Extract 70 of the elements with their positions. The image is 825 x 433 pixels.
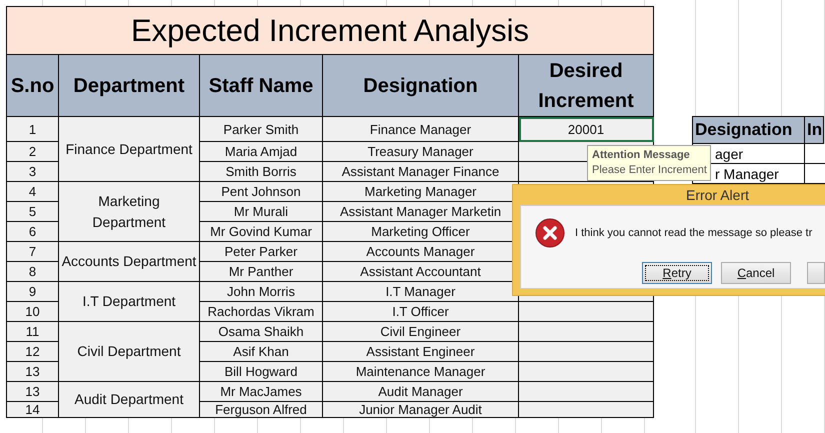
increment-cell[interactable]	[519, 382, 654, 402]
table-cell: Rachordas Vikram	[200, 302, 323, 322]
table-cell: Junior Manager Audit	[323, 402, 519, 418]
table-cell: 13	[7, 362, 59, 382]
department-cell: Marketing Department	[59, 182, 200, 242]
table-cell: 11	[7, 322, 59, 342]
table-cell: Mr Murali	[200, 202, 323, 222]
department-cell: Accounts Department	[59, 242, 200, 282]
table-cell: 14	[7, 402, 59, 418]
table-cell: Bill Hogward	[200, 362, 323, 382]
table-cell: Parker Smith	[200, 117, 323, 142]
increment-cell[interactable]	[519, 322, 654, 342]
increment-cell[interactable]	[519, 402, 654, 418]
department-cell: Audit Department	[59, 382, 200, 418]
error-icon	[535, 218, 565, 248]
table-cell: Civil Engineer	[323, 322, 519, 342]
column-header: Designation	[323, 55, 519, 117]
table-cell: 9	[7, 282, 59, 302]
table-cell: Peter Parker	[200, 242, 323, 262]
table-cell: 2	[7, 142, 59, 162]
column-header: Desired Increment	[519, 55, 654, 117]
table-cell: I.T Officer	[323, 302, 519, 322]
table-cell: 13	[7, 382, 59, 402]
table-cell: Mr Panther	[200, 262, 323, 282]
table-cell: Asif Khan	[200, 342, 323, 362]
table-cell: Maintenance Manager	[323, 362, 519, 382]
table-cell: I.T Manager	[323, 282, 519, 302]
increment-cell[interactable]: 20001	[519, 117, 654, 142]
table-cell: Assistant Engineer	[323, 342, 519, 362]
table-cell: Mr Govind Kumar	[200, 222, 323, 242]
sheet-title: Expected Increment Analysis	[7, 7, 654, 55]
department-cell: I.T Department	[59, 282, 200, 322]
department-cell: Finance Department	[59, 117, 200, 182]
column-header: Designation	[693, 117, 805, 144]
table-cell: Finance Manager	[323, 117, 519, 142]
table-cell: Marketing Manager	[323, 182, 519, 202]
tooltip-title: Attention Message	[592, 148, 691, 163]
table-cell: Smith Borris	[200, 162, 323, 182]
column-header: Staff Name	[200, 55, 323, 117]
table-cell: Ferguson Alfred	[200, 402, 323, 418]
table-cell: Assistant Manager Finance	[323, 162, 519, 182]
table-cell: 1	[7, 117, 59, 142]
increment-cell[interactable]	[519, 362, 654, 382]
column-header: Department	[59, 55, 200, 117]
table-cell	[805, 144, 825, 164]
dialog-button[interactable]: Retry	[642, 262, 712, 284]
table-cell: 8	[7, 262, 59, 282]
table-cell: 3	[7, 162, 59, 182]
table-cell: 4	[7, 182, 59, 202]
table-cell: 6	[7, 222, 59, 242]
table-cell: Maria Amjad	[200, 142, 323, 162]
column-header: S.no	[7, 55, 59, 117]
increment-cell[interactable]	[519, 342, 654, 362]
table-cell: Audit Manager	[323, 382, 519, 402]
column-header: In	[805, 117, 824, 144]
table-cell: 7	[7, 242, 59, 262]
table-cell: 12	[7, 342, 59, 362]
department-cell: Civil Department	[59, 322, 200, 382]
table-cell: Pent Johnson	[200, 182, 323, 202]
table-cell: Osama Shaikh	[200, 322, 323, 342]
dialog-button[interactable]: Cancel	[721, 262, 791, 284]
table-cell: Mr MacJames	[200, 382, 323, 402]
table-cell	[805, 164, 825, 184]
increment-cell[interactable]	[519, 302, 654, 322]
table-cell: 5	[7, 202, 59, 222]
table-cell: John Morris	[200, 282, 323, 302]
dialog-message: I think you cannot read the message so please tr	[575, 227, 812, 239]
table-cell: 10	[7, 302, 59, 322]
dialog-title: Error Alert	[686, 187, 749, 203]
table-cell: Treasury Manager	[323, 142, 519, 162]
